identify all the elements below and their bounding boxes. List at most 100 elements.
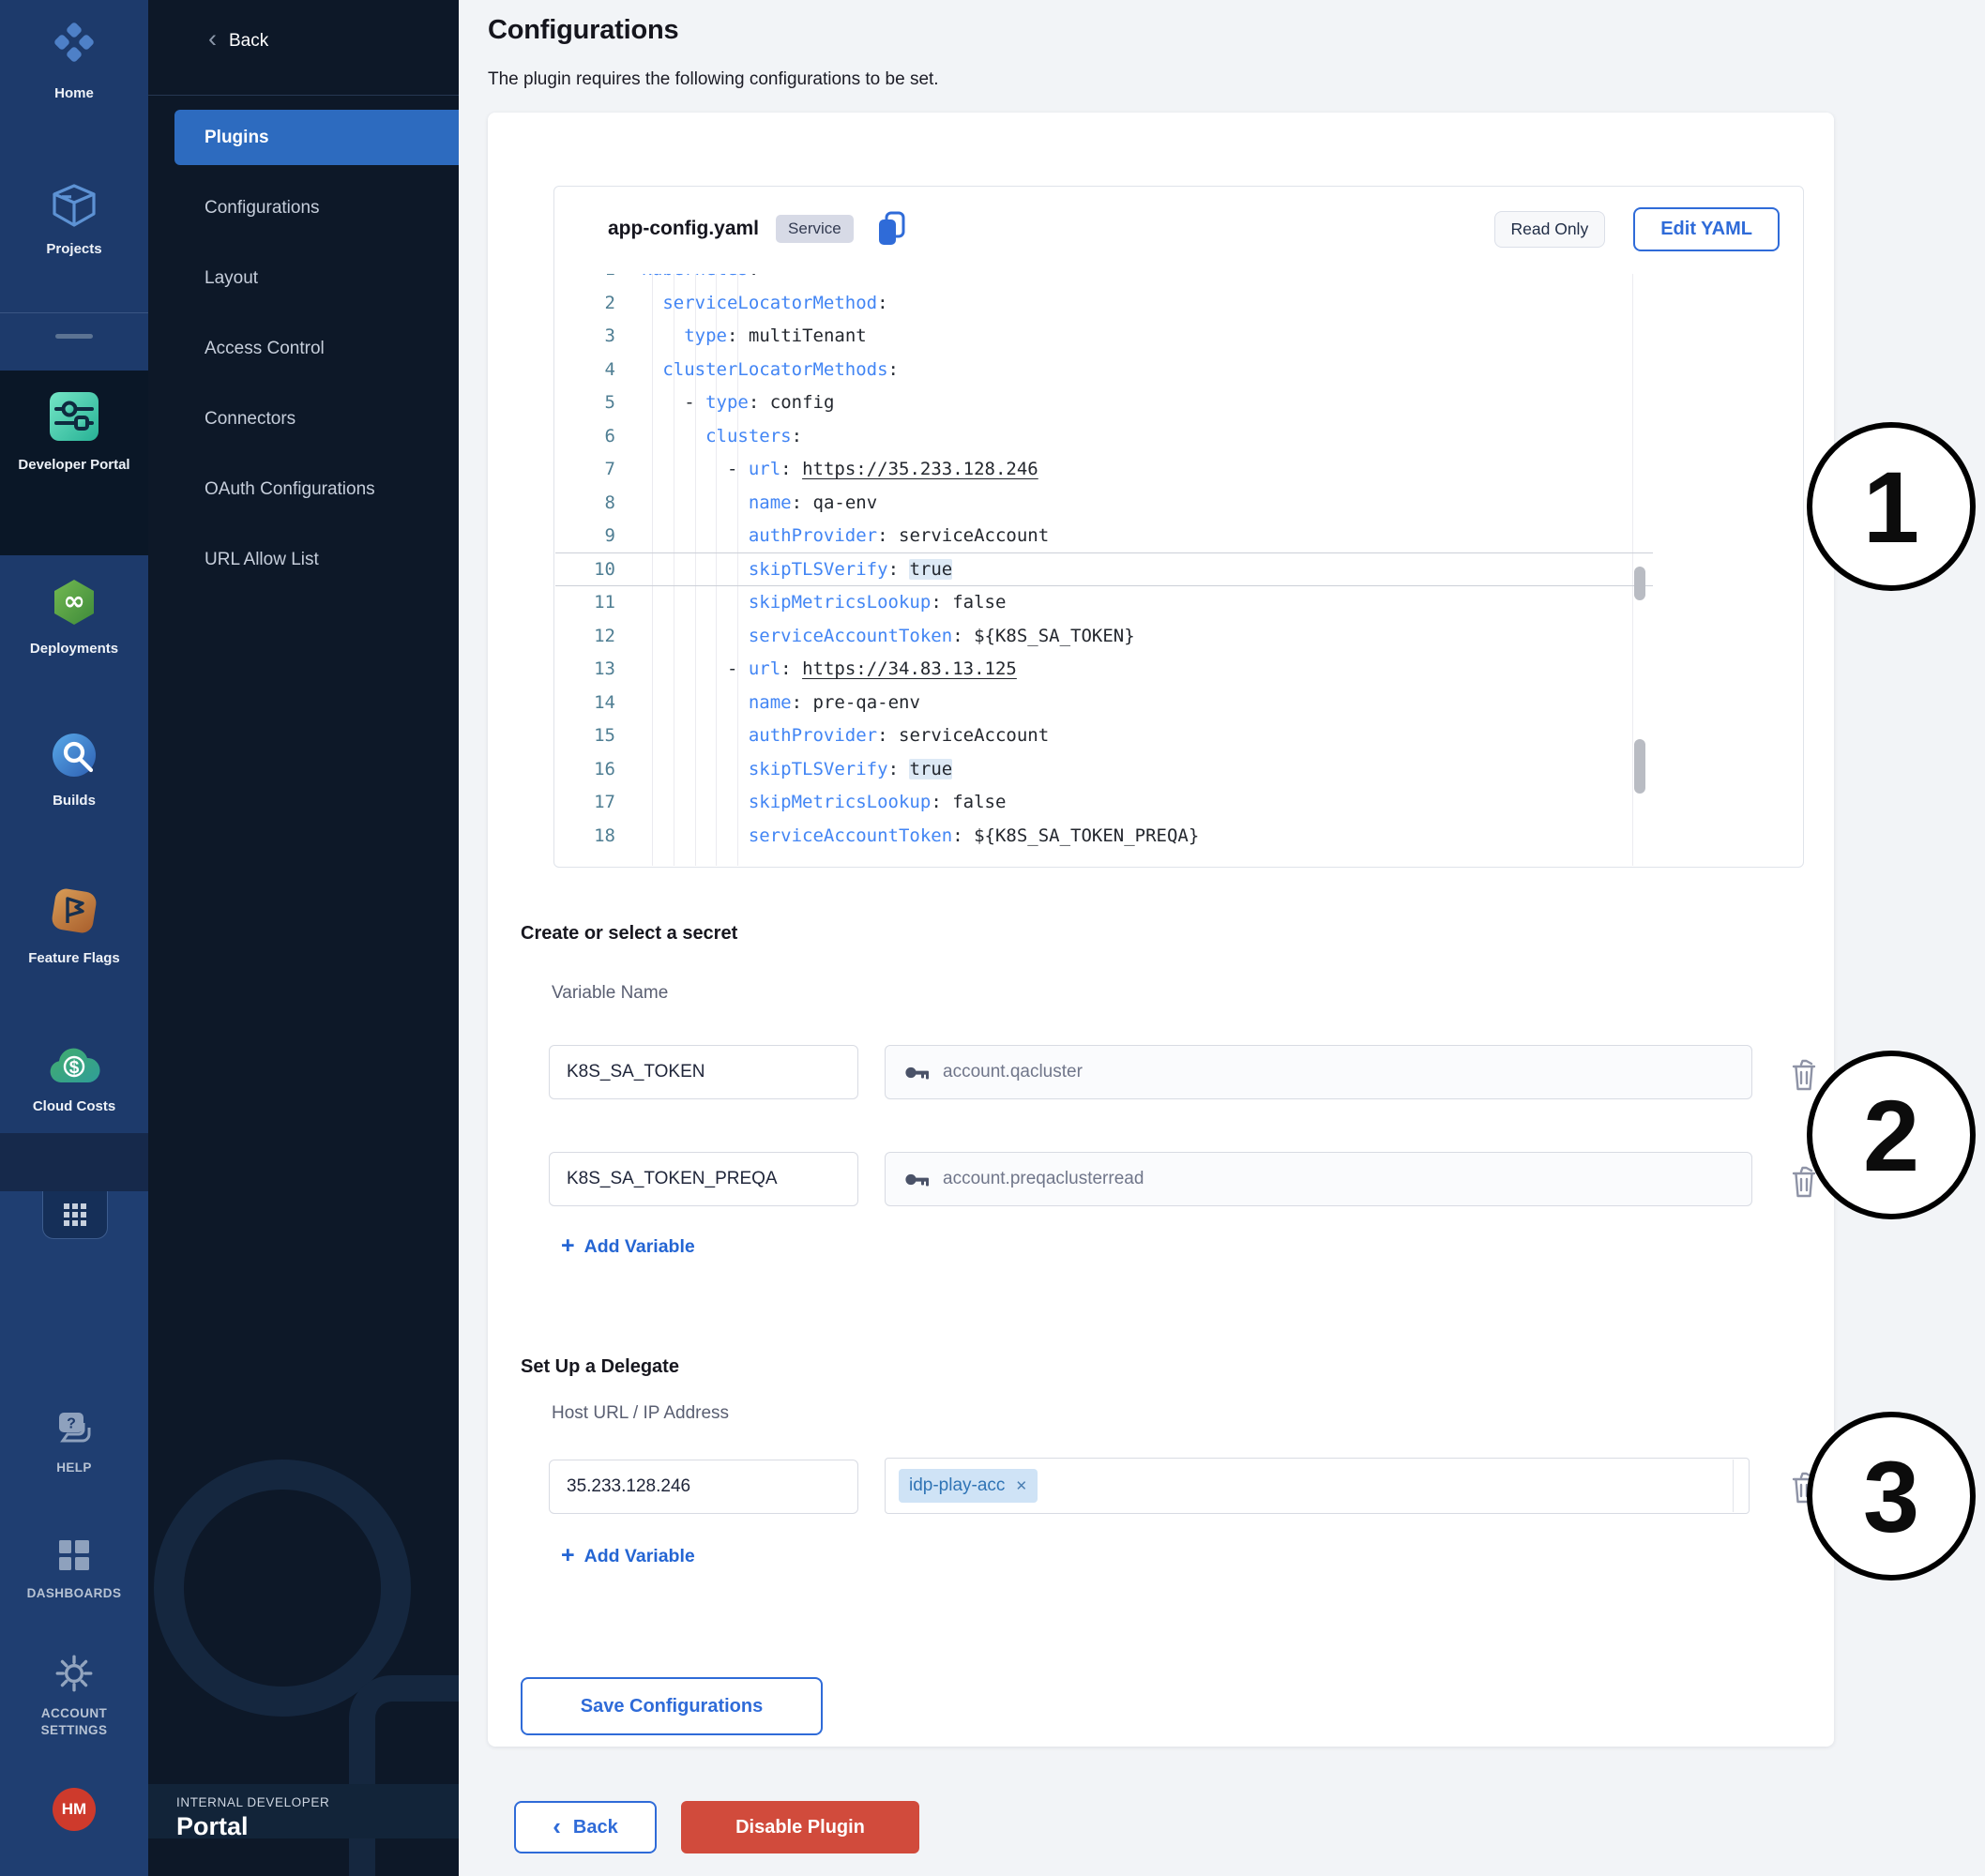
code-text: skipTLSVerify: true bbox=[630, 753, 952, 787]
line-number: 12 bbox=[555, 620, 630, 654]
add-variable-label: Add Variable bbox=[584, 1236, 695, 1258]
rail-item-developer-portal[interactable]: Developer Portal bbox=[0, 390, 148, 475]
rail-item-cloud-costs[interactable]: $Cloud Costs bbox=[0, 1045, 148, 1116]
sidebar: ‹ Back Plugins Configurations Layout Access… bbox=[148, 0, 459, 1876]
add-variable-label: Add Variable bbox=[584, 1546, 695, 1567]
watermark-ring bbox=[154, 1460, 411, 1717]
sidebar-item-configurations[interactable]: Configurations bbox=[148, 180, 459, 235]
cloud-costs-icon: $ bbox=[48, 1045, 100, 1089]
code-text: - type: config bbox=[630, 386, 834, 420]
code-line: 9 authProvider: serviceAccount bbox=[555, 520, 1630, 553]
code-text: skipTLSVerify: true bbox=[630, 553, 952, 587]
rail-lower-panel bbox=[0, 1191, 148, 1876]
delegate-tag-chip[interactable]: idp-play-acc ✕ bbox=[899, 1469, 1038, 1503]
plus-icon: + bbox=[561, 1544, 575, 1567]
close-icon[interactable]: ✕ bbox=[1015, 1477, 1027, 1494]
rail-section-divider bbox=[0, 312, 148, 313]
rail-item-label: Feature Flags bbox=[28, 949, 120, 968]
sidebar-divider bbox=[148, 95, 459, 96]
code-text: serviceAccountToken: ${K8S_SA_TOKEN_PREQ… bbox=[630, 820, 1199, 854]
svg-text:$: $ bbox=[69, 1058, 80, 1078]
chevron-left-icon: ‹ bbox=[553, 1814, 561, 1838]
rail-item-help[interactable]: ?HELP bbox=[0, 1411, 148, 1476]
disable-plugin-button[interactable]: Disable Plugin bbox=[681, 1801, 919, 1853]
back-button[interactable]: ‹ Back bbox=[514, 1801, 657, 1853]
save-configurations-button[interactable]: Save Configurations bbox=[521, 1677, 823, 1735]
code-text: authProvider: serviceAccount bbox=[630, 719, 1049, 753]
code-text: name: qa-env bbox=[630, 487, 877, 521]
add-variable-button[interactable]: + Add Variable bbox=[561, 1236, 695, 1258]
host-url-label: Host URL / IP Address bbox=[552, 1403, 729, 1424]
modules-collapse-strip[interactable] bbox=[0, 1133, 148, 1191]
code-line: 10 skipTLSVerify: true bbox=[555, 553, 1630, 587]
rail-item-feature-flags[interactable]: Feature Flags bbox=[0, 885, 148, 968]
code-line: 17 skipMetricsLookup: false bbox=[555, 786, 1630, 820]
code-text: skipMetricsLookup: false bbox=[630, 786, 1006, 820]
secret-select-field[interactable]: account.preqaclusterread bbox=[885, 1152, 1752, 1206]
line-number: 17 bbox=[555, 786, 630, 820]
annotation-circle-3: 3 bbox=[1807, 1412, 1976, 1581]
sidebar-item-layout[interactable]: Layout bbox=[148, 250, 459, 306]
rail-item-account-settings[interactable]: ACCOUNT SETTINGS bbox=[0, 1655, 148, 1738]
file-name: app-config.yaml bbox=[608, 218, 759, 240]
rail-collapse-handle[interactable] bbox=[55, 334, 93, 339]
tagfield-separator bbox=[1733, 1460, 1734, 1512]
line-number: 13 bbox=[555, 653, 630, 687]
rail-item-dashboards[interactable]: DASHBOARDS bbox=[0, 1538, 148, 1602]
code-line: 5 - type: config bbox=[555, 386, 1630, 420]
code-line: 1 kubernetes: bbox=[555, 274, 1630, 287]
code-line: 16 skipTLSVerify: true bbox=[555, 753, 1630, 787]
delegate-tags-field[interactable]: idp-play-acc ✕ bbox=[885, 1458, 1750, 1514]
editor-scrollbar-thumb[interactable] bbox=[1634, 739, 1645, 794]
sidebar-item-oauth-configurations[interactable]: OAuth Configurations bbox=[148, 461, 459, 517]
sidebar-item-access-control[interactable]: Access Control bbox=[148, 321, 459, 376]
sidebar-item-plugins[interactable]: Plugins bbox=[174, 110, 459, 165]
code-text: type: multiTenant bbox=[630, 320, 867, 354]
rail-item-label: Home bbox=[54, 84, 94, 103]
code-text: clusters: bbox=[630, 420, 802, 454]
code-area[interactable]: 1 kubernetes:2 serviceLocatorMethod:3 ty… bbox=[555, 274, 1630, 866]
rail-item-label: Deployments bbox=[30, 640, 118, 658]
rail-item-home[interactable]: Home bbox=[0, 23, 148, 103]
sidebar-item-url-allow-list[interactable]: URL Allow List bbox=[148, 532, 459, 587]
variable-name-input[interactable]: K8S_SA_TOKEN bbox=[549, 1045, 858, 1099]
edit-yaml-button[interactable]: Edit YAML bbox=[1633, 207, 1780, 251]
host-url-input[interactable]: 35.233.128.246 bbox=[549, 1460, 858, 1514]
code-line: 4 clusterLocatorMethods: bbox=[555, 354, 1630, 387]
module-switcher-tab[interactable] bbox=[42, 1191, 108, 1239]
avatar[interactable]: HM bbox=[53, 1788, 96, 1831]
deployments-icon: ∞ bbox=[50, 578, 98, 631]
rail-item-builds[interactable]: Builds bbox=[0, 732, 148, 810]
line-number: 2 bbox=[555, 287, 630, 321]
variable-name-label: Variable Name bbox=[552, 983, 668, 1004]
feature-flags-icon bbox=[49, 885, 99, 941]
svg-text:∞: ∞ bbox=[63, 585, 84, 616]
secret-section-heading: Create or select a secret bbox=[521, 923, 737, 945]
secret-select-field[interactable]: account.qacluster bbox=[885, 1045, 1752, 1099]
rail-item-label: Developer Portal bbox=[18, 456, 129, 475]
delegate-section-heading: Set Up a Delegate bbox=[521, 1356, 679, 1378]
sidebar-footer-title: Portal bbox=[176, 1812, 249, 1841]
help-icon: ? bbox=[54, 1411, 94, 1451]
back-label: Back bbox=[229, 31, 268, 52]
code-text: kubernetes: bbox=[630, 274, 759, 287]
rail-item-label: Projects bbox=[46, 240, 101, 259]
sidebar-item-connectors[interactable]: Connectors bbox=[148, 391, 459, 446]
copy-icon[interactable] bbox=[876, 211, 906, 247]
sidebar-footer-eyebrow: INTERNAL DEVELOPER bbox=[176, 1795, 329, 1809]
rail-item-deployments[interactable]: ∞ Deployments bbox=[0, 578, 148, 658]
key-icon bbox=[904, 1065, 930, 1081]
rail-item-projects[interactable]: Projects bbox=[0, 184, 148, 259]
page: Home Projects Developer Portal ∞ Deployment… bbox=[0, 0, 1985, 1876]
add-variable-button[interactable]: + Add Variable bbox=[561, 1546, 695, 1567]
editor-scrollbar-thumb[interactable] bbox=[1634, 567, 1645, 600]
code-line: 7 - url: https://35.233.128.246 bbox=[555, 453, 1630, 487]
line-number: 3 bbox=[555, 320, 630, 354]
trash-icon[interactable] bbox=[1790, 1058, 1818, 1097]
annotation-circle-1: 1 bbox=[1807, 422, 1976, 591]
developer-portal-icon bbox=[48, 390, 100, 447]
sidebar-back-button[interactable]: ‹ Back bbox=[208, 30, 268, 52]
variable-name-input[interactable]: K8S_SA_TOKEN_PREQA bbox=[549, 1152, 858, 1206]
code-line: 15 authProvider: serviceAccount bbox=[555, 719, 1630, 753]
code-text: serviceLocatorMethod: bbox=[630, 287, 888, 321]
